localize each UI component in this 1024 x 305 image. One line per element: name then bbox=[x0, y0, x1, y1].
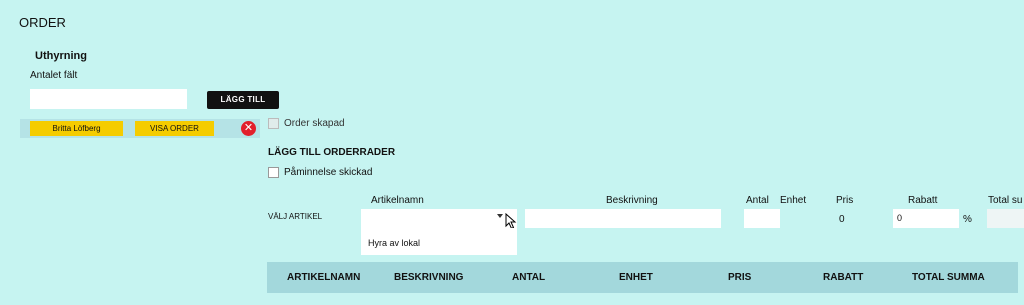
column-discount: Rabatt bbox=[908, 195, 938, 206]
customer-name-chip[interactable]: Britta Löfberg bbox=[30, 121, 123, 136]
order-created-checkbox[interactable] bbox=[268, 118, 279, 129]
reminder-checkbox[interactable] bbox=[268, 167, 279, 178]
total-input bbox=[987, 209, 1024, 228]
count-input[interactable] bbox=[30, 89, 187, 109]
add-button[interactable]: LÄGG TILL bbox=[207, 91, 279, 109]
table-header-cell: ENHET bbox=[619, 272, 653, 283]
quantity-input[interactable] bbox=[744, 209, 780, 228]
choose-article-label: VÄLJ ARTIKEL bbox=[268, 212, 323, 221]
add-order-lines-title: LÄGG TILL ORDERRADER bbox=[268, 147, 396, 158]
description-input[interactable] bbox=[525, 209, 721, 228]
order-created-label: Order skapad bbox=[284, 118, 345, 129]
caret-down-icon[interactable] bbox=[497, 214, 503, 218]
count-label: Antalet fält bbox=[30, 70, 78, 81]
table-header-cell: RABATT bbox=[823, 272, 864, 283]
discount-input[interactable]: 0 bbox=[893, 209, 959, 228]
article-select[interactable] bbox=[361, 209, 517, 228]
dropdown-option[interactable]: Hyra av lokal bbox=[368, 238, 420, 248]
column-price: Pris bbox=[836, 195, 854, 206]
rental-entry-row: Britta Löfberg VISA ORDER bbox=[20, 119, 260, 138]
close-circle-icon[interactable]: ✕ bbox=[241, 121, 256, 136]
reminder-label: Påminnelse skickad bbox=[284, 167, 373, 178]
table-header-cell: BESKRIVNING bbox=[394, 272, 464, 283]
rental-section-label: Uthyrning bbox=[35, 50, 87, 62]
table-header-cell: ANTAL bbox=[512, 272, 546, 283]
table-header-cell: TOTAL SUMMA bbox=[912, 272, 985, 283]
column-unit: Enhet bbox=[780, 195, 807, 206]
order-lines-table-header: ARTIKELNAMN BESKRIVNING ANTAL ENHET PRIS… bbox=[267, 262, 1018, 293]
price-value: 0 bbox=[839, 214, 845, 225]
column-description: Beskrivning bbox=[606, 195, 658, 206]
column-total: Total su bbox=[988, 195, 1023, 206]
column-quantity: Antal bbox=[746, 195, 769, 206]
column-article-name: Artikelnamn bbox=[371, 195, 424, 206]
view-order-button[interactable]: VISA ORDER bbox=[135, 121, 214, 136]
table-header-cell: ARTIKELNAMN bbox=[287, 272, 361, 283]
page-title: ORDER bbox=[19, 15, 66, 30]
percent-label: % bbox=[963, 214, 972, 225]
table-header-cell: PRIS bbox=[728, 272, 752, 283]
